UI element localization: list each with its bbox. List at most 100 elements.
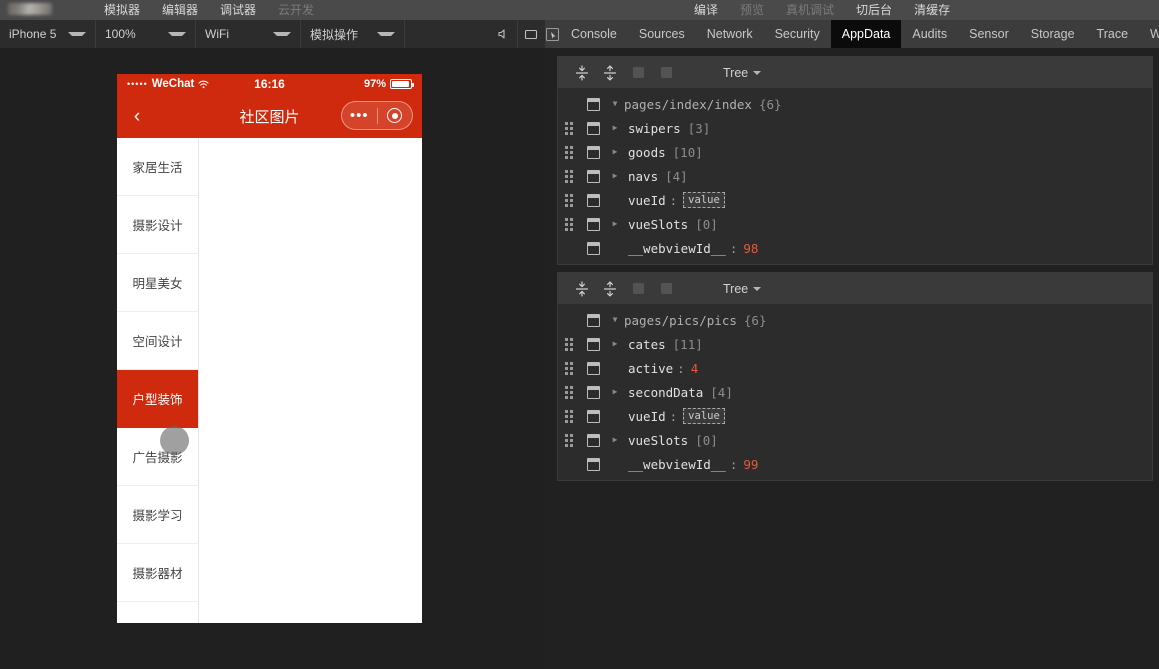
collapse-all-icon[interactable] bbox=[596, 277, 624, 301]
tree-row[interactable]: vueId: value bbox=[558, 188, 1152, 212]
zoom-select[interactable]: 100% bbox=[96, 20, 196, 48]
category-item[interactable]: 摄影器材 bbox=[117, 544, 198, 602]
tree-row[interactable]: active:4 bbox=[558, 356, 1152, 380]
drag-handle-icon[interactable] bbox=[558, 361, 580, 375]
phone-nav-bar: ‹ 社区图片 ••• bbox=[117, 94, 422, 138]
top-menu-item-1[interactable]: 预览 bbox=[740, 0, 764, 20]
tab-network[interactable]: Network bbox=[696, 20, 764, 48]
category-item-active[interactable]: 户型装饰 bbox=[117, 370, 198, 428]
expand-all-icon[interactable] bbox=[568, 277, 596, 301]
top-menu-item-1[interactable]: 编辑器 bbox=[162, 0, 198, 20]
tree-row[interactable]: ▶ goods [10] bbox=[558, 140, 1152, 164]
screen-toggle-button[interactable] bbox=[517, 20, 545, 48]
network-select-value: WiFi bbox=[205, 27, 229, 41]
network-select[interactable]: WiFi bbox=[196, 20, 301, 48]
drag-handle-icon[interactable] bbox=[558, 337, 580, 351]
category-item[interactable]: 家居生活 bbox=[117, 138, 198, 196]
top-menu-item-0[interactable]: 编译 bbox=[694, 0, 718, 20]
chevron-left-icon[interactable]: ‹ bbox=[117, 107, 157, 126]
drag-handle-icon[interactable] bbox=[558, 217, 580, 231]
chevron-right-icon[interactable]: ▶ bbox=[606, 220, 624, 228]
tree-row-count: [0] bbox=[695, 432, 718, 448]
target-icon[interactable] bbox=[378, 108, 413, 123]
tree-row-value-input[interactable]: value bbox=[683, 408, 725, 424]
tree-row[interactable]: ▶ vueSlots [0] bbox=[558, 428, 1152, 452]
tree-row[interactable]: ▶ vueSlots [0] bbox=[558, 212, 1152, 236]
chevron-down-icon[interactable]: ▼ bbox=[606, 100, 624, 108]
wechat-capsule-button[interactable]: ••• bbox=[341, 101, 413, 130]
tab-storage[interactable]: Storage bbox=[1020, 20, 1086, 48]
tab-wxm[interactable]: Wxm bbox=[1139, 20, 1159, 48]
tree-row[interactable]: __webviewId__:98 bbox=[558, 236, 1152, 260]
top-menu-left-group: 模拟器 编辑器 调试器 云开发 bbox=[104, 0, 314, 20]
chevron-right-icon[interactable]: ▶ bbox=[606, 388, 624, 396]
tab-console[interactable]: Console bbox=[560, 20, 628, 48]
category-item[interactable]: 空间设计 bbox=[117, 312, 198, 370]
drag-handle-icon[interactable] bbox=[558, 433, 580, 447]
drag-handle-icon[interactable] bbox=[558, 385, 580, 399]
category-item[interactable]: 广告摄影 bbox=[117, 428, 198, 486]
tree-row[interactable]: vueId: value bbox=[558, 404, 1152, 428]
tree-row-key: swipers bbox=[628, 120, 681, 136]
tab-trace[interactable]: Trace bbox=[1086, 20, 1140, 48]
inspect-cursor-icon[interactable] bbox=[545, 20, 560, 48]
chevron-right-icon[interactable]: ▶ bbox=[606, 172, 624, 180]
category-item-label: 广告摄影 bbox=[132, 451, 183, 465]
drag-handle-icon[interactable] bbox=[558, 193, 580, 207]
status-right: 97% bbox=[364, 78, 414, 90]
tree-row[interactable]: ▼ pages/index/index {6} bbox=[558, 92, 1152, 116]
tree-row[interactable]: ▶ secondData [4] bbox=[558, 380, 1152, 404]
tree-row-count: [4] bbox=[665, 168, 688, 184]
category-item[interactable]: 明星美女 bbox=[117, 254, 198, 312]
tree-row[interactable]: ▶ navs [4] bbox=[558, 164, 1152, 188]
window-icon bbox=[580, 121, 606, 135]
drag-handle-icon[interactable] bbox=[558, 121, 580, 135]
chevron-right-icon[interactable]: ▶ bbox=[606, 340, 624, 348]
window-icon bbox=[580, 409, 606, 423]
top-menu-item-4[interactable]: 清缓存 bbox=[914, 0, 950, 20]
tab-audits[interactable]: Audits bbox=[901, 20, 958, 48]
tree-row[interactable]: ▼ pages/pics/pics {6} bbox=[558, 308, 1152, 332]
tree-row[interactable]: __webviewId__:99 bbox=[558, 452, 1152, 476]
drag-handle-icon[interactable] bbox=[558, 169, 580, 183]
chevron-down-icon[interactable]: ▼ bbox=[606, 316, 624, 324]
tree-view-mode-label: Tree bbox=[723, 282, 749, 296]
top-menu-item-0[interactable]: 模拟器 bbox=[104, 0, 140, 20]
top-menu-item-2[interactable]: 调试器 bbox=[220, 0, 256, 20]
collapse-all-icon[interactable] bbox=[596, 61, 624, 85]
speaker-icon bbox=[498, 29, 505, 39]
device-select[interactable]: iPhone 5 bbox=[0, 20, 96, 48]
drag-handle-icon[interactable] bbox=[558, 409, 580, 423]
window-icon bbox=[580, 145, 606, 159]
tree-row-value: 99 bbox=[743, 456, 759, 472]
tree-view-mode-select[interactable]: Tree bbox=[723, 57, 762, 89]
tree-row-count: {6} bbox=[758, 96, 782, 112]
chevron-right-icon[interactable]: ▶ bbox=[606, 436, 624, 444]
tree-row-value-input[interactable]: value bbox=[683, 192, 725, 208]
ellipsis-icon[interactable]: ••• bbox=[342, 108, 377, 123]
tree-row-key: vueSlots bbox=[628, 432, 689, 448]
window-icon bbox=[580, 241, 606, 255]
category-item[interactable]: 摄影学习 bbox=[117, 486, 198, 544]
tab-appdata[interactable]: AppData bbox=[830, 20, 902, 48]
tree-row[interactable]: ▶ cates [11] bbox=[558, 332, 1152, 356]
top-menu-item-2[interactable]: 真机调试 bbox=[786, 0, 834, 20]
tab-security[interactable]: Security bbox=[764, 20, 831, 48]
tree-view-mode-select[interactable]: Tree bbox=[723, 273, 762, 305]
window-icon bbox=[580, 193, 606, 207]
action-select[interactable]: 模拟操作 bbox=[301, 20, 405, 48]
top-menu-item-3[interactable]: 切后台 bbox=[856, 0, 892, 20]
category-item[interactable]: 摄影设计 bbox=[117, 196, 198, 254]
expand-all-icon[interactable] bbox=[568, 61, 596, 85]
mute-button[interactable] bbox=[489, 20, 517, 48]
devtools-panel: Console Sources Network Security AppData Audi… bbox=[545, 20, 1159, 669]
drag-handle-icon[interactable] bbox=[558, 145, 580, 159]
chevron-right-icon[interactable]: ▶ bbox=[606, 124, 624, 132]
top-menu-item-3[interactable]: 云开发 bbox=[278, 0, 314, 20]
chevron-right-icon[interactable]: ▶ bbox=[606, 148, 624, 156]
tree-row[interactable]: ▶ swipers [3] bbox=[558, 116, 1152, 140]
tree-row-key: __webviewId__ bbox=[628, 240, 726, 256]
tab-sensor[interactable]: Sensor bbox=[958, 20, 1020, 48]
tree-row-key: vueId bbox=[628, 408, 666, 424]
tab-sources[interactable]: Sources bbox=[628, 20, 696, 48]
